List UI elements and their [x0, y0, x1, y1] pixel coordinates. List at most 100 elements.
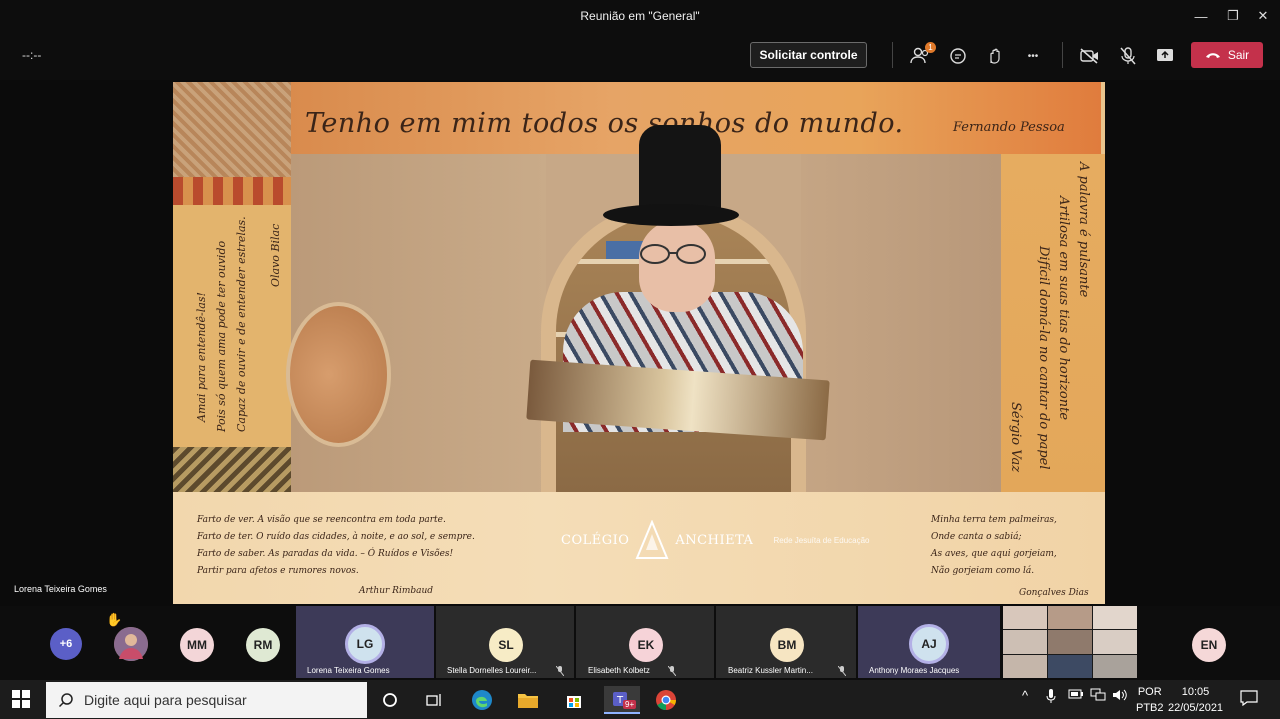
maximize-button[interactable]: ❐ — [1216, 0, 1250, 32]
right-vertical-author: Sérgio Vaz — [1008, 402, 1023, 473]
participant-name: Anthony Moraes Jacques — [869, 666, 960, 675]
participants-badge: 1 — [925, 42, 936, 53]
participant-tile[interactable]: BM Beatriz Kussler Martin... — [716, 606, 856, 678]
decor-band-bottom — [173, 447, 291, 492]
left-vertical-line-3: Capaz de ouvir e de entender estrelas. — [235, 216, 248, 432]
mic-off-icon — [837, 665, 847, 678]
taskbar-clock[interactable]: 10:05 22/05/2021 — [1168, 684, 1223, 716]
keyboard-layout: PTB2 — [1136, 702, 1164, 714]
share-screen-icon[interactable] — [1153, 44, 1177, 68]
teams-badge: 9+ — [623, 700, 637, 709]
poem-right-author: Gonçalves Dias — [1019, 588, 1089, 598]
participant-avatar-photo[interactable] — [114, 627, 148, 661]
mic-off-icon — [555, 665, 565, 678]
windows-start-icon[interactable] — [12, 690, 30, 708]
participant-initials: SL — [489, 628, 523, 662]
school-subtitle: Rede Jesuíta de Educação — [773, 535, 870, 545]
poem-line: Farto de saber. As paradas da vida. – Ó … — [197, 549, 454, 559]
notifications-icon[interactable] — [1240, 690, 1258, 709]
participant-avatar-mm[interactable]: MM — [180, 628, 214, 662]
mic-off-icon — [667, 665, 677, 678]
participant-name: Beatriz Kussler Martin... — [728, 666, 813, 675]
participant-name: Lorena Teixeira Gomes — [307, 666, 390, 675]
edge-icon[interactable] — [468, 686, 496, 714]
participant-tile[interactable]: EK Elisabeth Kolbetz — [576, 606, 714, 678]
gallery-cell — [1003, 630, 1047, 654]
person-face — [639, 220, 715, 312]
participant-name: Elisabeth Kolbetz — [588, 666, 650, 675]
meeting-timer: --:-- — [22, 48, 42, 62]
chrome-icon[interactable] — [652, 686, 680, 714]
participant-tile[interactable]: AJ Anthony Moraes Jacques — [858, 606, 1000, 678]
chat-icon[interactable] — [946, 44, 970, 68]
participant-avatar-rm[interactable]: RM — [246, 628, 280, 662]
more-options-icon[interactable]: ••• — [1021, 44, 1045, 68]
top-quote-author: Fernando Pessoa — [953, 120, 1065, 135]
poem-line: Não gorjeiam como lá. — [931, 566, 1035, 576]
poem-line: Partir para afetos e rumores novos. — [197, 566, 359, 576]
raise-hand-icon[interactable] — [983, 44, 1007, 68]
participant-initials: AJ — [909, 624, 949, 664]
gallery-cell — [1093, 606, 1137, 630]
toolbar-divider-2 — [1062, 42, 1063, 68]
leave-label: Sair — [1227, 48, 1250, 62]
maximize-icon: ❐ — [1227, 8, 1239, 23]
participant-tile[interactable]: SL Stella Dornelles Loureir... — [436, 606, 574, 678]
participant-tile[interactable]: LG Lorena Teixeira Gomes — [296, 606, 434, 678]
participant-avatar-en[interactable]: EN — [1192, 628, 1226, 662]
poem-line: Farto de ver. A visão que se reencontra … — [197, 515, 446, 525]
microphone-icon[interactable] — [1046, 688, 1056, 707]
decor-band — [173, 177, 291, 205]
poem-left: Farto de ver. A visão que se reencontra … — [197, 512, 475, 580]
scene-wall-right — [801, 154, 1001, 492]
leave-button[interactable]: Sair — [1191, 42, 1263, 68]
clock-date: 22/05/2021 — [1168, 702, 1224, 714]
volume-icon[interactable] — [1112, 688, 1128, 705]
gallery-video-tile[interactable] — [1003, 606, 1137, 678]
gallery-cell — [1093, 654, 1137, 678]
tray-chevron-icon[interactable]: ^ — [1022, 688, 1028, 703]
left-decor-panel: Amai para entendê-las! Pois só quem ama … — [173, 82, 291, 492]
poem-line: As aves, que aqui gorjeiam, — [931, 549, 1057, 559]
school-emblem-icon — [635, 520, 669, 559]
main-video[interactable]: Amai para entendê-las! Pois só quem ama … — [173, 82, 1105, 604]
language-code: POR — [1137, 686, 1162, 698]
store-icon[interactable] — [560, 686, 588, 714]
meeting-toolbar: --:-- Solicitar controle 1 ••• Sair — [0, 32, 1280, 80]
minimize-icon: — — [1194, 8, 1208, 24]
battery-icon[interactable] — [1068, 688, 1084, 703]
gallery-cell — [1048, 654, 1092, 678]
participant-initials: EK — [629, 628, 663, 662]
left-vertical-line-1: Amai para entendê-las! — [195, 292, 208, 422]
taskbar-search-box[interactable]: Digite aqui para pesquisar — [46, 682, 367, 718]
participant-name: Stella Dornelles Loureir... — [447, 666, 537, 675]
scene-round-window — [286, 302, 391, 447]
participant-initials: BM — [770, 628, 804, 662]
left-vertical-author: Olavo Bilac — [269, 223, 282, 287]
school-name-2: ANCHIETA — [675, 532, 754, 548]
more-participants-button[interactable]: +6 — [50, 628, 82, 660]
camera-off-icon[interactable] — [1078, 44, 1102, 68]
network-icon[interactable] — [1090, 688, 1106, 705]
task-view-icon[interactable] — [420, 686, 448, 714]
top-hat-brim — [603, 204, 739, 226]
cortana-icon[interactable] — [376, 686, 404, 714]
gallery-cell — [1048, 630, 1092, 654]
close-button[interactable]: ✕ — [1246, 0, 1280, 32]
glasses-icon — [640, 244, 706, 264]
left-vertical-line-2: Pois só quem ama pode ter ouvido — [215, 240, 228, 432]
poem-right: Minha terra tem palmeiras, Onde canta o … — [931, 512, 1057, 580]
request-control-button[interactable]: Solicitar controle — [750, 42, 867, 68]
file-explorer-icon[interactable] — [514, 686, 542, 714]
main-stage: Amai para entendê-las! Pois só quem ama … — [0, 80, 1280, 606]
search-placeholder: Digite aqui para pesquisar — [84, 692, 247, 708]
minimize-button[interactable]: — — [1184, 0, 1218, 32]
gallery-cell — [1003, 654, 1047, 678]
window-title: Reunião em "General" — [580, 9, 700, 23]
poem-line: Farto de ter. O ruído das cidades, à noi… — [197, 532, 475, 542]
teams-taskbar-icon[interactable]: T 9+ — [604, 686, 640, 714]
mic-off-icon[interactable] — [1116, 44, 1140, 68]
language-indicator[interactable]: POR PTB2 — [1136, 684, 1164, 716]
poem-line: Minha terra tem palmeiras, — [931, 515, 1057, 525]
participant-initials: LG — [345, 624, 385, 664]
